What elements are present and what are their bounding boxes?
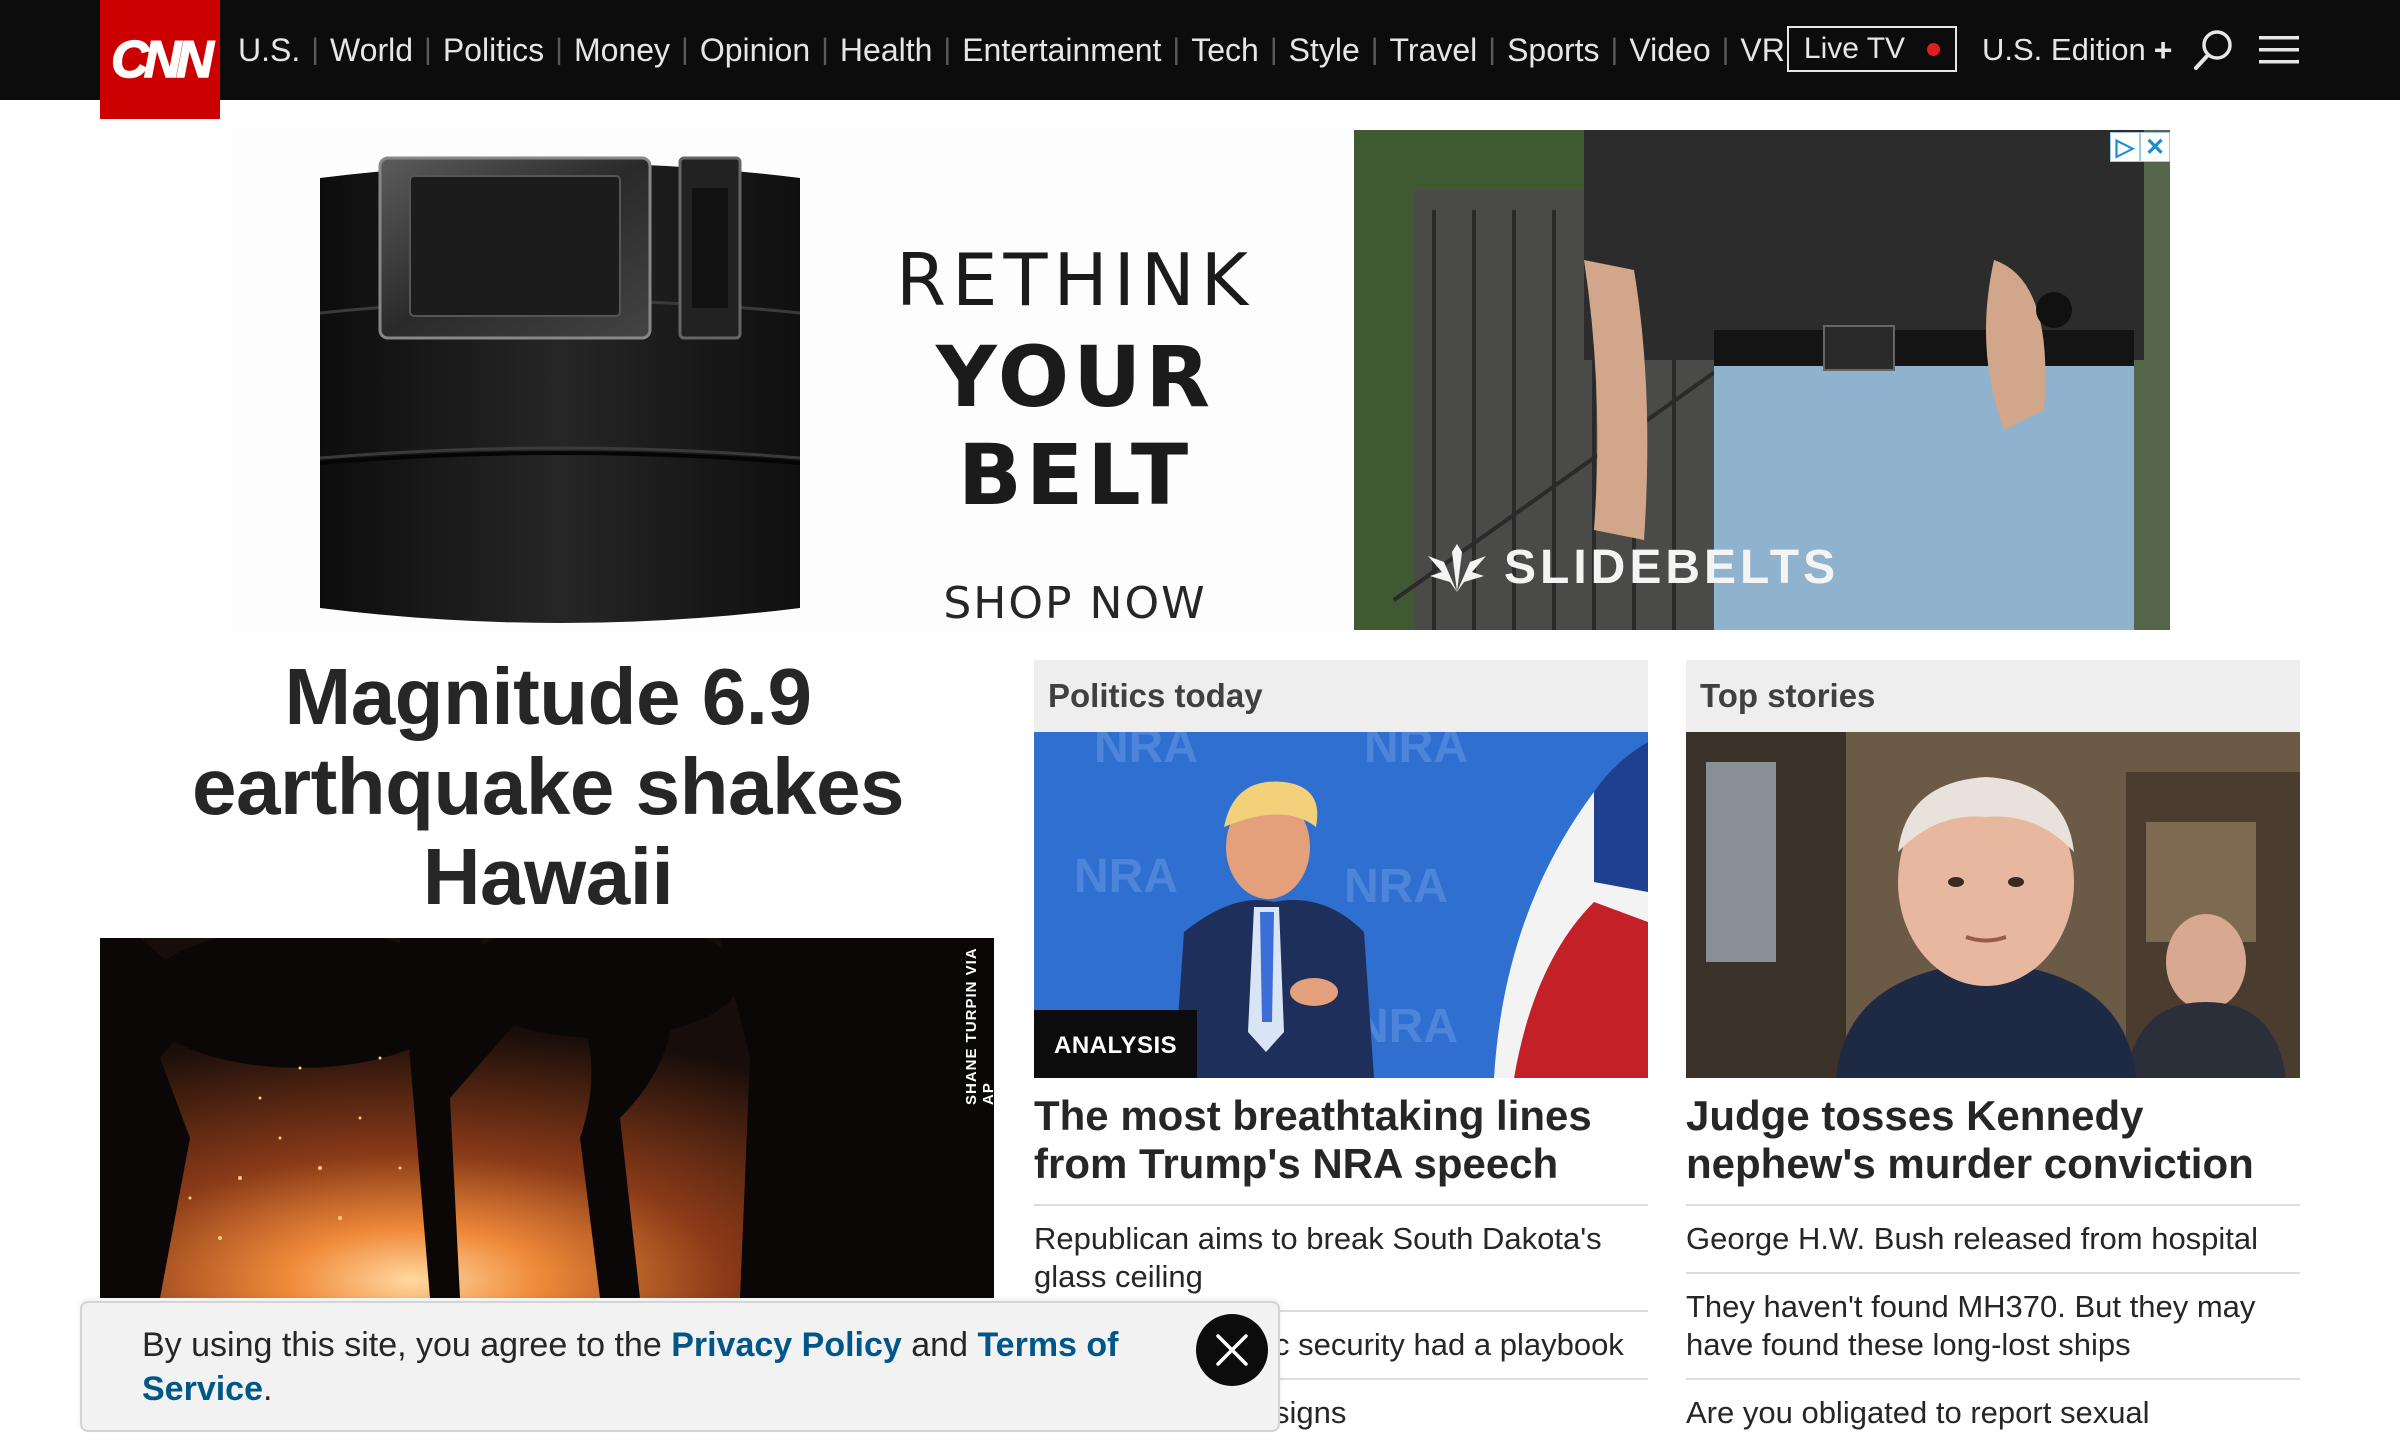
ad-copy: RETHINK YOUR BELT SHOP NOW	[820, 238, 1330, 629]
ad-close-icon[interactable]: ✕	[2140, 132, 2170, 162]
ad-brand-name: SLIDEBELTS	[1504, 541, 1840, 594]
cookie-text-prefix: By using this site, you agree to the	[142, 1326, 672, 1364]
ad-headline-line1: RETHINK	[896, 238, 1254, 322]
nav-divider: |	[1370, 33, 1379, 66]
nav-divider: |	[311, 33, 320, 66]
top-stories-column: Top stories Judge tosses Kennedy nephew'…	[1686, 660, 2300, 1446]
cookie-consent-banner: By using this site, you agree to the Pri…	[80, 1301, 1280, 1432]
banner-ad[interactable]: RETHINK YOUR BELT SHOP NOW SLIDEBELTS ▷ …	[230, 128, 2170, 630]
svg-text:NRA: NRA	[1074, 850, 1178, 903]
adchoices-icon[interactable]: ▷	[2110, 132, 2140, 162]
nav-divider: |	[1488, 33, 1497, 66]
cnn-logo[interactable]: CNN	[100, 0, 220, 119]
nav-item-tech[interactable]: Tech	[1191, 32, 1259, 69]
photo-credit: SHANE TURPIN VIA AP	[963, 947, 997, 1105]
nav-divider: |	[1172, 33, 1181, 66]
menu-icon[interactable]	[2259, 34, 2299, 66]
edition-label: U.S. Edition	[1982, 32, 2146, 67]
politics-headline[interactable]: The most breathtaking lines from Trump's…	[1034, 1078, 1648, 1206]
live-tv-button[interactable]: Live TV	[1787, 26, 1957, 72]
nav-item-entertainment[interactable]: Entertainment	[962, 32, 1161, 69]
nav-divider: |	[681, 33, 689, 66]
ad-headline-line2: YOUR BELT	[935, 328, 1215, 524]
nav-divider: |	[821, 33, 829, 66]
section-title: Politics today	[1034, 660, 1648, 732]
cookie-text-suffix: .	[263, 1370, 273, 1408]
lava-fire-photo	[100, 938, 994, 1298]
lead-headline[interactable]: Magnitude 6.9 earthquake shakes Hawaii	[130, 652, 966, 922]
analysis-badge: ANALYSIS	[1034, 1010, 1198, 1078]
top-story-link[interactable]: George H.W. Bush released from hospital	[1686, 1206, 2300, 1274]
close-cookie-banner-button[interactable]	[1196, 1314, 1268, 1386]
plus-icon: +	[2153, 31, 2173, 68]
top-nav: CNN U.S. | World | Politics | Money | Opinio…	[0, 0, 2400, 119]
svg-text:NRA: NRA	[1094, 732, 1198, 773]
ad-cta[interactable]: SHOP NOW	[820, 578, 1330, 629]
politics-lead-image[interactable]: NRA NRA NRA NRA NRA ANALYSIS	[1034, 732, 1648, 1078]
nav-item-style[interactable]: Style	[1289, 32, 1360, 69]
nav-divider: |	[1721, 33, 1730, 66]
belt-product-image	[320, 156, 800, 623]
nav-item-us[interactable]: U.S.	[238, 32, 300, 69]
svg-text:NRA: NRA	[1364, 732, 1468, 773]
top-story-headline[interactable]: Judge tosses Kennedy nephew's murder con…	[1686, 1078, 2300, 1206]
nav-item-health[interactable]: Health	[840, 32, 933, 69]
live-indicator-icon	[1927, 42, 1941, 56]
live-tv-label: Live TV	[1803, 32, 1906, 65]
nav-divider: |	[1610, 33, 1619, 66]
nav-item-money[interactable]: Money	[574, 32, 670, 69]
top-story-link[interactable]: They haven't found MH370. But they may h…	[1686, 1274, 2300, 1380]
edition-selector[interactable]: U.S. Edition +	[1982, 0, 2172, 100]
nav-divider: |	[1269, 33, 1278, 66]
nav-item-travel[interactable]: Travel	[1390, 32, 1478, 69]
nav-item-politics[interactable]: Politics	[443, 32, 544, 69]
section-nav: U.S. | World | Politics | Money | Opinion | H…	[238, 0, 1785, 100]
courtroom-portrait-photo	[1686, 732, 2300, 1078]
nav-divider: |	[555, 33, 563, 66]
nav-divider: |	[424, 33, 432, 66]
ad-lifestyle-photo: SLIDEBELTS ▷ ✕	[1354, 130, 2170, 630]
privacy-policy-link[interactable]: Privacy Policy	[671, 1326, 902, 1364]
svg-text:NRA: NRA	[1344, 860, 1448, 913]
cookie-consent-text: By using this site, you agree to the Pri…	[142, 1323, 1142, 1411]
nav-item-opinion[interactable]: Opinion	[700, 32, 810, 69]
close-icon	[1216, 1334, 1248, 1366]
cookie-text-middle: and	[901, 1326, 978, 1364]
ad-brand-logo: SLIDEBELTS	[1424, 540, 1839, 595]
logo-text: CNN	[110, 30, 214, 90]
slidebelts-logo-icon	[1428, 543, 1486, 592]
ad-choices[interactable]: ▷ ✕	[2110, 132, 2170, 162]
nav-divider: |	[943, 33, 952, 66]
search-icon[interactable]	[2192, 28, 2234, 72]
section-title: Top stories	[1686, 660, 2300, 732]
nav-item-sports[interactable]: Sports	[1507, 32, 1599, 69]
top-story-link[interactable]: Are you obligated to report sexual	[1686, 1380, 2300, 1446]
politics-story-link[interactable]: Republican aims to break South Dakota's …	[1034, 1206, 1648, 1312]
lead-story-image[interactable]	[100, 938, 994, 1298]
nav-item-world[interactable]: World	[330, 32, 413, 69]
nav-item-vr[interactable]: VR	[1740, 32, 1784, 69]
top-story-image[interactable]	[1686, 732, 2300, 1078]
nav-item-video[interactable]: Video	[1629, 32, 1710, 69]
